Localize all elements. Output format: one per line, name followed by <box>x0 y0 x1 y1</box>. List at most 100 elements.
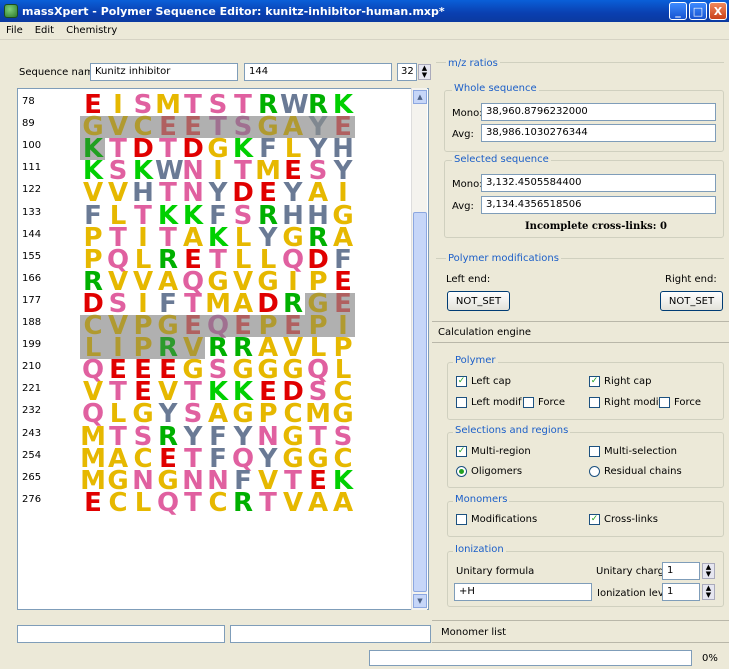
monomer-glyph[interactable]: L <box>130 490 155 516</box>
monomer-glyph[interactable]: C <box>105 490 130 516</box>
row-number: 276 <box>22 493 42 505</box>
menu-chemistry[interactable]: Chemistry <box>66 25 117 36</box>
monomers-title: Monomers <box>453 494 510 505</box>
whole-avg-field[interactable]: 38,986.1030276344 <box>481 124 716 142</box>
row-number: 122 <box>22 184 42 196</box>
modifications-checkbox[interactable]: Modifications <box>456 514 537 525</box>
polymer-title: Polymer <box>453 355 498 366</box>
scroll-up-arrow[interactable]: ▲ <box>413 90 427 104</box>
left-cap-checkbox[interactable]: ✓ Left cap <box>456 376 511 387</box>
monomers-per-row-input[interactable]: 32 <box>397 63 417 81</box>
multi-selection-checkbox[interactable]: Multi-selection <box>589 446 677 457</box>
row-number: 100 <box>22 140 42 152</box>
unitary-charge-label: Unitary charge <box>596 566 671 577</box>
monomer-glyph[interactable]: T <box>255 490 280 516</box>
sequence-scrollbar[interactable]: ▲ ▼ <box>411 88 427 610</box>
progress-label: 0% <box>702 653 718 664</box>
sequence-editor[interactable]: 78 E I S M T S T R W R K 89 G V C E E T S G A Y E 100 K T D T D G K F L Y H… <box>17 88 429 610</box>
window-title: massXpert - Polymer Sequence Editor: kun… <box>22 4 445 18</box>
row-number: 210 <box>22 361 42 373</box>
ionization-level-spinner[interactable]: ▲ ▼ <box>702 584 715 600</box>
selected-sequence-title: Selected sequence <box>452 154 551 165</box>
close-button[interactable]: X <box>709 2 727 20</box>
sequence-length-field[interactable]: 144 <box>244 63 392 81</box>
row-number: 155 <box>22 250 42 262</box>
monomer-glyph[interactable]: Q <box>155 490 180 516</box>
left-modif-checkbox[interactable]: Left modif <box>456 397 522 408</box>
whole-sequence-title: Whole sequence <box>452 83 539 94</box>
row-number: 254 <box>22 449 42 461</box>
monomer-glyph[interactable]: A <box>330 490 355 516</box>
right-cap-checkbox[interactable]: ✓ Right cap <box>589 376 652 387</box>
right-end-label: Right end: <box>665 274 717 285</box>
row-number: 177 <box>22 294 42 306</box>
cross-links-checkbox[interactable]: ✓ Cross-links <box>589 514 658 525</box>
row-number: 144 <box>22 228 42 240</box>
calculation-engine-title: Calculation engine <box>438 327 532 338</box>
sequence-name-input[interactable]: Kunitz inhibitor <box>90 63 238 81</box>
scroll-down-arrow[interactable]: ▼ <box>413 594 427 608</box>
multi-region-checkbox[interactable]: ✓ Multi-region <box>456 446 531 457</box>
left-end-label: Left end: <box>446 274 491 285</box>
status-field-1 <box>17 625 225 643</box>
unitary-formula-label: Unitary formula <box>456 566 535 577</box>
status-field-2 <box>230 625 431 643</box>
whole-sequence-group <box>444 90 724 152</box>
monomers-per-row-spinner[interactable]: ▲ ▼ <box>418 64 431 80</box>
right-modif-checkbox[interactable]: Right modif <box>589 397 662 408</box>
crosslinks-status: Incomplete cross-links: 0 <box>525 221 667 232</box>
menu-edit[interactable]: Edit <box>35 25 54 36</box>
whole-avg-label: Avg: <box>452 129 474 140</box>
left-cap-check-icon: ✓ <box>456 376 467 387</box>
oligomers-radio[interactable]: Oligomers <box>456 466 522 477</box>
left-end-button[interactable]: NOT_SET <box>447 291 510 311</box>
maximize-button[interactable]: □ <box>689 2 707 20</box>
row-number: 243 <box>22 427 42 439</box>
monomer-glyph[interactable]: R <box>230 490 255 516</box>
minimize-button[interactable]: _ <box>669 2 687 20</box>
monomer-glyph[interactable]: T <box>180 490 205 516</box>
right-end-button[interactable]: NOT_SET <box>660 291 723 311</box>
monomer-glyph[interactable]: C <box>205 490 230 516</box>
polymer-modifications-title: Polymer modifications <box>446 253 561 264</box>
row-number: 265 <box>22 471 42 483</box>
row-number: 221 <box>22 383 42 395</box>
unitary-formula-input[interactable]: +H <box>454 583 592 601</box>
monomer-glyph[interactable]: E <box>80 490 105 516</box>
selected-avg-field[interactable]: 3,134.4356518506 <box>481 196 716 214</box>
row-number: 166 <box>22 272 42 284</box>
row-number: 78 <box>22 96 35 107</box>
mz-ratios-title: m/z ratios <box>446 58 500 69</box>
unitary-charge-input[interactable]: 1 <box>662 562 700 580</box>
monomer-glyph[interactable]: A <box>305 490 330 516</box>
selected-mono-label: Mono: <box>452 179 483 190</box>
menu-file[interactable]: File <box>6 25 23 36</box>
unitary-charge-spinner[interactable]: ▲ ▼ <box>702 563 715 579</box>
selected-mono-field[interactable]: 3,132.4505584400 <box>481 174 716 192</box>
row-number: 188 <box>22 317 42 328</box>
monomer-list-label: Monomer list <box>441 627 507 638</box>
row-number: 232 <box>22 405 42 417</box>
row-number: 89 <box>22 118 35 130</box>
whole-mono-label: Mono: <box>452 108 483 119</box>
selections-regions-group <box>447 432 724 488</box>
monomer-glyph[interactable]: V <box>280 490 305 516</box>
app-icon <box>4 4 18 18</box>
scroll-thumb[interactable] <box>413 212 427 592</box>
ionization-level-input[interactable]: 1 <box>662 583 700 601</box>
menu-bar: File Edit Chemistry <box>0 22 729 40</box>
row-number: 111 <box>22 162 42 174</box>
selected-avg-label: Avg: <box>452 201 474 212</box>
ionization-title: Ionization <box>453 544 506 555</box>
polymer-group <box>447 362 724 420</box>
row-number: 133 <box>22 206 42 218</box>
residual-chains-radio[interactable]: Residual chains <box>589 466 682 477</box>
selections-regions-title: Selections and regions <box>453 425 571 436</box>
title-bar: massXpert - Polymer Sequence Editor: kun… <box>0 0 729 22</box>
progress-bar <box>369 650 692 666</box>
right-force-checkbox[interactable]: Force <box>659 397 701 408</box>
right-cap-check-icon: ✓ <box>589 376 600 387</box>
left-force-checkbox[interactable]: Force <box>523 397 565 408</box>
sequence-row[interactable]: ECLQTCRTVAA <box>80 490 355 516</box>
whole-mono-field[interactable]: 38,960.8796232000 <box>481 103 716 121</box>
